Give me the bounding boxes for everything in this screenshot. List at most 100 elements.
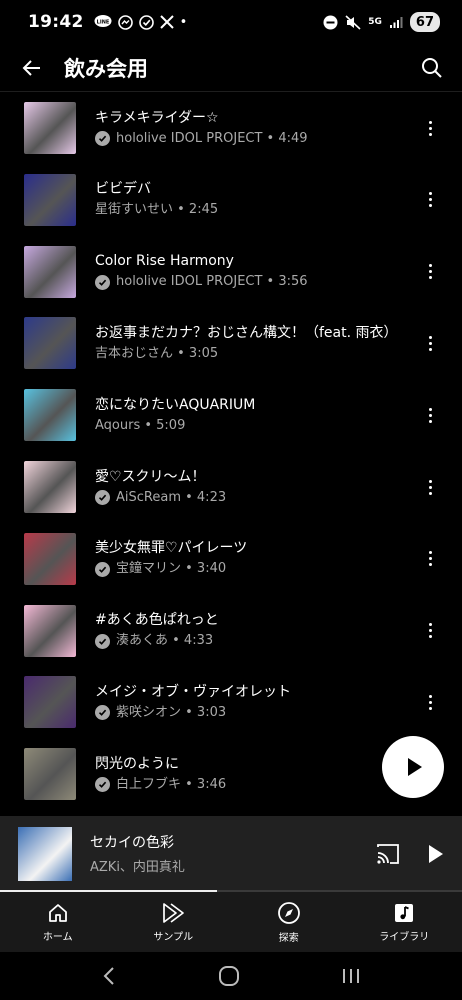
nav-explore-label: 探索	[278, 932, 299, 944]
app-header: 飲み会用	[0, 44, 462, 92]
track-row[interactable]: Color Rise Harmony hololive IDOL PROJECT …	[0, 236, 462, 308]
library-icon	[393, 902, 415, 924]
track-title: 美少女無罪♡パイレーツ	[95, 540, 248, 557]
track-title: お返事まだカナ？おじさん構文！（feat. 雨衣）	[95, 324, 398, 341]
track-artwork	[24, 532, 76, 585]
track-subtitle-row: Aqours • 5:09	[95, 417, 410, 435]
track-row[interactable]: 美少女無罪♡パイレーツ 宝鐘マリン • 3:40	[0, 523, 462, 595]
track-subtitle: 吉本おじさん • 3:05	[95, 345, 219, 361]
play-icon	[406, 757, 424, 777]
track-row[interactable]: メイジ・オブ・ヴァイオレット 紫咲シオン • 3:03	[0, 666, 462, 738]
line-icon: LINE	[94, 15, 112, 29]
track-title: キラメキライダー☆	[95, 109, 219, 126]
track-title: Color Rise Harmony	[95, 253, 234, 270]
page-title: 飲み会用	[64, 56, 148, 81]
track-subtitle: 白上フブキ • 3:46	[116, 776, 227, 792]
system-back-icon[interactable]	[101, 966, 117, 986]
system-navigation	[0, 952, 462, 1000]
system-status: 5G 67	[323, 12, 440, 32]
more-options-icon[interactable]	[410, 180, 450, 220]
track-title: 閃光のように	[95, 755, 179, 772]
now-playing-artwork	[18, 827, 72, 881]
track-subtitle: hololive IDOL PROJECT • 3:56	[116, 274, 308, 290]
verified-icon	[95, 705, 110, 721]
system-recents-icon[interactable]	[341, 967, 361, 985]
more-options-icon[interactable]	[410, 323, 450, 363]
status-time: 19:42	[28, 12, 84, 32]
track-subtitle: 星街すいせい • 2:45	[95, 202, 219, 218]
signal-icon	[389, 16, 403, 29]
track-artwork	[24, 748, 76, 801]
battery-level: 67	[409, 12, 440, 32]
track-subtitle: 湊あくあ • 4:33	[116, 633, 214, 649]
search-icon[interactable]	[420, 56, 444, 80]
verified-icon	[95, 633, 110, 649]
arrow-left-icon[interactable]	[20, 56, 44, 80]
track-artwork	[24, 389, 76, 442]
more-options-icon[interactable]	[410, 539, 450, 579]
samples-icon	[161, 902, 185, 924]
track-title: ビビデバ	[95, 181, 151, 198]
status-bar: 19:42 LINE • 5G 67	[0, 0, 462, 44]
notification-icons: LINE •	[94, 14, 188, 30]
nav-explore[interactable]: 探索	[231, 892, 347, 952]
more-options-icon[interactable]	[410, 395, 450, 435]
track-title: #あくあ色ぱれっと	[95, 612, 219, 629]
track-subtitle-row: 紫咲シオン • 3:03	[95, 704, 410, 722]
track-row[interactable]: #あくあ色ぱれっと湊あくあ • 4:33	[0, 595, 462, 667]
more-options-icon[interactable]	[410, 682, 450, 722]
track-artwork	[24, 604, 76, 657]
track-subtitle-row: hololive IDOL PROJECT • 4:49	[95, 130, 410, 148]
track-list: キラメキライダー☆ hololive IDOL PROJECT • 4:49 ビビデ…	[0, 92, 462, 816]
system-home-icon[interactable]	[218, 965, 240, 987]
home-icon	[47, 902, 69, 924]
track-row[interactable]: キラメキライダー☆ hololive IDOL PROJECT • 4:49	[0, 92, 462, 164]
compass-icon	[277, 901, 301, 925]
messenger-icon	[117, 14, 133, 30]
track-subtitle-row: hololive IDOL PROJECT • 3:56	[95, 273, 410, 291]
nav-samples[interactable]: サンプル	[116, 892, 232, 952]
track-artwork	[24, 102, 76, 154]
nav-samples-label: サンプル	[153, 931, 194, 943]
dnd-icon	[323, 15, 338, 30]
track-row[interactable]: ビビデバ星街すいせい • 2:45	[0, 164, 462, 236]
track-subtitle-row: AiScReam • 4:23	[95, 489, 410, 507]
track-subtitle-row: 星街すいせい • 2:45	[95, 201, 410, 219]
track-subtitle: 紫咲シオン • 3:03	[116, 704, 227, 720]
notification-dot: •	[179, 14, 188, 30]
check-circle-icon	[138, 14, 154, 30]
more-options-icon[interactable]	[410, 108, 450, 148]
track-row[interactable]: 愛♡スクリ～ム！ AiScReam • 4:23	[0, 451, 462, 523]
mute-icon	[345, 14, 361, 30]
x-icon	[159, 15, 174, 29]
track-subtitle: 宝鐘マリン • 3:40	[116, 561, 227, 577]
nav-library[interactable]: ライブラリ	[347, 892, 462, 952]
more-options-icon[interactable]	[410, 252, 450, 292]
mini-play-icon[interactable]	[428, 844, 444, 864]
verified-icon	[95, 561, 110, 577]
track-artwork	[24, 676, 76, 729]
track-artwork	[24, 317, 76, 370]
more-options-icon[interactable]	[410, 467, 450, 507]
svg-text:LINE: LINE	[96, 20, 109, 26]
bottom-nav: ホーム サンプル 探索 ライブラリ	[0, 892, 462, 952]
play-all-button[interactable]	[382, 736, 444, 798]
track-subtitle: Aqours • 5:09	[95, 417, 186, 433]
nav-home-label: ホーム	[42, 931, 73, 943]
track-row[interactable]: 恋になりたいAQUARIUM Aqours • 5:09	[0, 379, 462, 451]
track-subtitle-row: 白上フブキ • 3:46	[95, 776, 410, 794]
track-artwork	[24, 461, 76, 513]
network-label: 5G	[368, 17, 382, 27]
track-row[interactable]: お返事まだカナ？おじさん構文！（feat. 雨衣） 吉本おじさん • 3:05	[0, 307, 462, 379]
verified-icon	[95, 131, 110, 146]
cast-icon[interactable]	[376, 844, 400, 864]
track-artwork	[24, 173, 76, 226]
nav-home[interactable]: ホーム	[0, 892, 116, 952]
track-subtitle-row: 宝鐘マリン • 3:40	[95, 560, 410, 578]
nav-library-label: ライブラリ	[379, 931, 430, 943]
verified-icon	[95, 274, 110, 290]
track-artwork	[24, 245, 76, 298]
mini-player[interactable]: セカイの色彩 AZKi、内田真礼	[0, 816, 462, 892]
track-subtitle: AiScReam • 4:23	[116, 489, 227, 505]
more-options-icon[interactable]	[410, 611, 450, 651]
